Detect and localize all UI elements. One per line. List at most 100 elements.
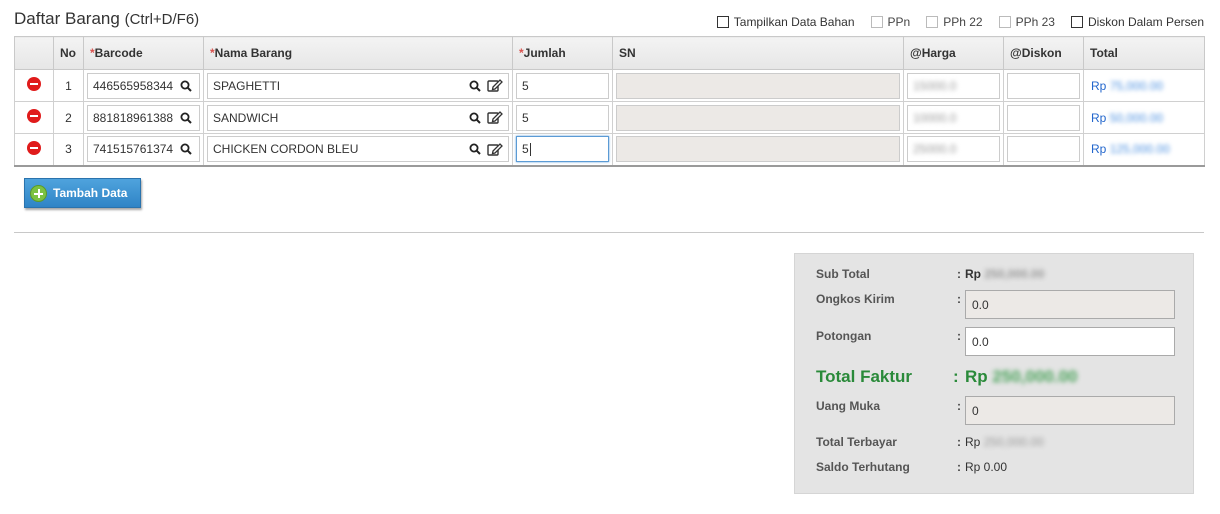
total-faktur-amount: 250,000.00 [992, 367, 1078, 386]
remove-row-icon[interactable] [27, 140, 41, 155]
edit-icon[interactable] [487, 141, 503, 157]
total-terbayar-prefix: Rp [965, 435, 981, 449]
col-label: Jumlah [523, 46, 566, 60]
jumlah-input[interactable]: 5 [516, 72, 609, 99]
total-terbayar-label: Total Terbayar [816, 435, 897, 449]
harga-input[interactable]: 10000.0 [907, 104, 1000, 131]
colon: : [957, 329, 961, 343]
row-no: 3 [53, 133, 84, 167]
barcode-value: 881818961388 [93, 110, 174, 125]
row-no: 2 [53, 101, 84, 134]
sn-cell [612, 133, 904, 167]
ongkos-kirim-value: 0.0 [972, 297, 989, 312]
potongan-input[interactable]: 0.0 [965, 327, 1175, 356]
search-icon[interactable] [467, 110, 483, 126]
subtotal-amount: 250,000.00 [984, 267, 1045, 281]
sn-cell [612, 101, 904, 134]
barcode-value: 446565958344 [93, 78, 174, 93]
col-label: Barcode [94, 46, 143, 60]
option-pph22[interactable]: PPh 22 [926, 15, 983, 29]
checkbox[interactable] [1070, 16, 1083, 28]
uang-muka-input[interactable]: 0 [965, 396, 1175, 425]
barcode-input[interactable]: 741515761374 [87, 136, 200, 163]
search-icon[interactable] [467, 78, 483, 94]
jumlah-cell: 5 [512, 133, 613, 167]
total-cell: Rp 125,000.00 [1083, 133, 1205, 167]
colon: : [957, 460, 961, 474]
nama-barang-input[interactable]: CHICKEN CORDON BLEU [207, 136, 509, 163]
col-total: Total [1083, 36, 1205, 70]
total-faktur-prefix: Rp [965, 367, 988, 386]
option-ppn[interactable]: PPn [870, 15, 910, 29]
nama-value: CHICKEN CORDON BLEU [213, 142, 359, 157]
saldo-terhutang-value: Rp 0.00 [965, 460, 1008, 474]
diskon-cell [1003, 133, 1084, 167]
option-pph23[interactable]: PPh 23 [998, 15, 1055, 29]
total-terbayar-value: Rp 250,000.00 [965, 435, 1044, 449]
jumlah-input[interactable]: 5 [516, 104, 609, 131]
nama-cell: CHICKEN CORDON BLEU [203, 133, 513, 167]
option-diskon-persen[interactable]: Diskon Dalam Persen [1070, 15, 1204, 29]
nama-barang-input[interactable]: SANDWICH [207, 104, 509, 131]
edit-icon[interactable] [487, 78, 503, 94]
total-terbayar-amount: 250,000.00 [983, 435, 1044, 449]
plus-circle-icon [30, 184, 47, 202]
total-cell: Rp 50,000.00 [1083, 101, 1205, 134]
search-icon[interactable] [178, 141, 194, 157]
harga-cell: 15000.0 [903, 69, 1004, 102]
total-prefix: Rp [1091, 142, 1107, 157]
search-icon[interactable] [467, 141, 483, 157]
total-value: 125,000.00 [1109, 142, 1170, 157]
page-title: Daftar Barang (Ctrl+D/F6) [14, 9, 199, 29]
ongkos-kirim-input[interactable]: 0.0 [965, 290, 1175, 319]
nama-barang-input[interactable]: SPAGHETTI [207, 72, 509, 99]
sn-input [616, 104, 900, 131]
option-label: Tampilkan Data Bahan [733, 15, 855, 29]
potongan-value: 0.0 [972, 334, 989, 349]
barcode-cell: 446565958344 [83, 69, 204, 102]
diskon-cell [1003, 69, 1084, 102]
subtotal-prefix: Rp [965, 267, 981, 281]
uang-muka-value: 0 [972, 403, 979, 418]
harga-input[interactable]: 25000.0 [907, 136, 1000, 163]
harga-input[interactable]: 15000.0 [907, 72, 1000, 99]
jumlah-input[interactable]: 5 [516, 136, 609, 163]
edit-icon[interactable] [487, 110, 503, 126]
diskon-input[interactable] [1007, 136, 1080, 163]
add-item-button[interactable]: Tambah Data [24, 178, 141, 208]
total-faktur-value: Rp 250,000.00 [965, 367, 1078, 387]
page-title-text: Daftar Barang [14, 9, 120, 28]
jumlah-cell: 5 [512, 69, 613, 102]
remove-row-icon[interactable] [27, 77, 41, 91]
diskon-input[interactable] [1007, 104, 1080, 131]
col-nama: *Nama Barang [203, 36, 513, 70]
shortcut-hint: (Ctrl+D/F6) [124, 11, 200, 28]
barcode-value: 741515761374 [93, 142, 174, 157]
jumlah-cell: 5 [512, 101, 613, 134]
search-icon[interactable] [178, 110, 194, 126]
divider [14, 232, 1204, 233]
add-item-label: Tambah Data [53, 186, 128, 200]
checkbox[interactable] [998, 16, 1011, 28]
jumlah-value: 5 [522, 110, 529, 125]
nama-cell: SANDWICH [203, 101, 513, 134]
search-icon[interactable] [178, 78, 194, 94]
option-tampilkan-data-bahan[interactable]: Tampilkan Data Bahan [716, 15, 855, 29]
colon: : [953, 367, 959, 386]
barcode-input[interactable]: 881818961388 [87, 104, 200, 131]
uang-muka-label: Uang Muka [816, 399, 881, 413]
option-label: PPh 22 [943, 15, 983, 29]
table-row: 2 881818961388 SANDWICH 5 10000.0 Rp 50,… [14, 101, 1205, 134]
nama-value: SPAGHETTI [213, 78, 281, 93]
diskon-input[interactable] [1007, 72, 1080, 99]
checkbox[interactable] [926, 16, 939, 28]
barcode-input[interactable]: 446565958344 [87, 72, 200, 99]
col-barcode: *Barcode [83, 36, 204, 70]
row-action [14, 101, 54, 134]
total-cell: Rp 75,000.00 [1083, 69, 1205, 102]
checkbox[interactable] [870, 16, 883, 28]
col-sn: SN [612, 36, 904, 70]
harga-value: 15000.0 [913, 78, 957, 93]
remove-row-icon[interactable] [27, 109, 41, 123]
checkbox[interactable] [716, 16, 729, 28]
